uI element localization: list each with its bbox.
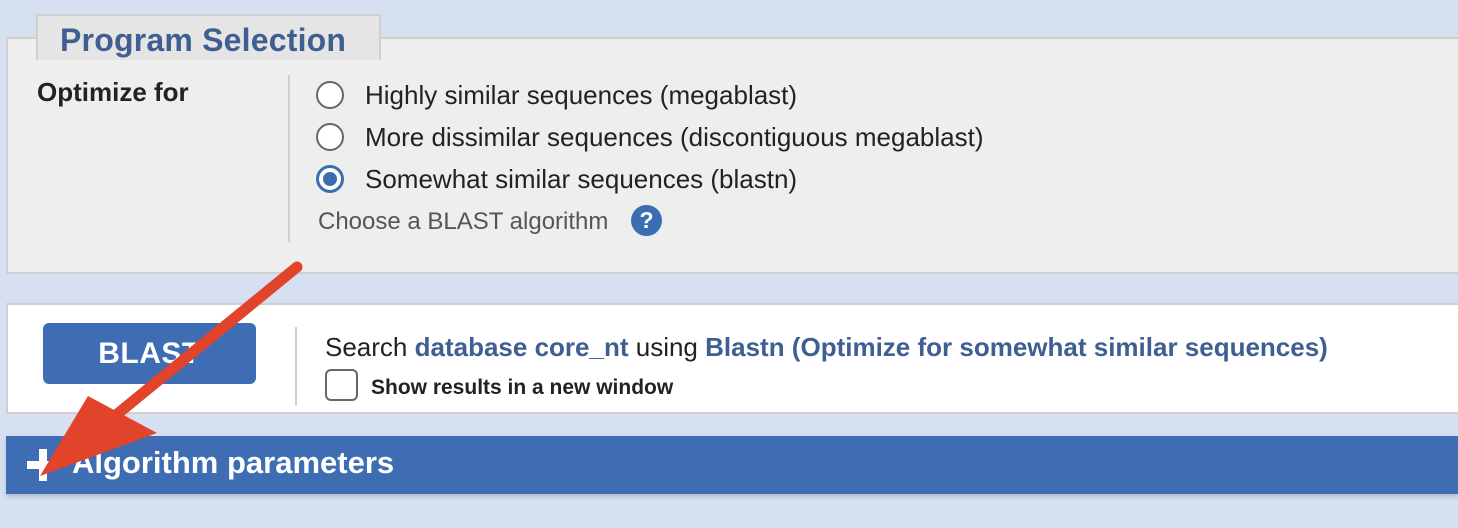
new-window-checkbox[interactable] <box>325 369 358 401</box>
option-discontiguous-megablast[interactable]: More dissimilar sequences (discontiguous… <box>316 120 984 154</box>
option-blastn-label: Somewhat similar sequences (blastn) <box>365 163 798 194</box>
divider <box>288 75 290 242</box>
database-link[interactable]: database core_nt <box>415 332 629 362</box>
radio-blastn[interactable] <box>316 165 344 193</box>
option-blastn[interactable]: Somewhat similar sequences (blastn) <box>316 162 797 196</box>
help-icon[interactable]: ? <box>631 205 662 236</box>
program-selection-panel <box>6 37 1458 274</box>
radio-discontiguous-megablast[interactable] <box>316 123 344 151</box>
search-prefix: Search <box>325 332 408 362</box>
algorithm-parameters-label[interactable]: Algorithm parameters <box>72 445 394 481</box>
choose-algorithm-hint: Choose a BLAST algorithm <box>318 208 609 235</box>
option-megablast[interactable]: Highly similar sequences (megablast) <box>316 78 797 112</box>
new-window-label[interactable]: Show results in a new window <box>371 376 673 400</box>
divider <box>295 327 297 406</box>
using-text: using <box>635 332 698 362</box>
option-megablast-label: Highly similar sequences (megablast) <box>365 79 798 110</box>
radio-megablast[interactable] <box>316 81 344 109</box>
program-link[interactable]: Blastn (Optimize for somewhat similar se… <box>705 332 1328 362</box>
optimize-for-label: Optimize for <box>37 77 189 107</box>
plus-icon[interactable] <box>27 449 59 481</box>
option-discontiguous-megablast-label: More dissimilar sequences (discontiguous… <box>365 121 984 152</box>
search-summary: Search database core_nt using Blastn (Op… <box>325 332 1328 363</box>
program-selection-title: Program Selection <box>60 22 347 58</box>
blast-button[interactable]: BLAST <box>43 323 256 384</box>
